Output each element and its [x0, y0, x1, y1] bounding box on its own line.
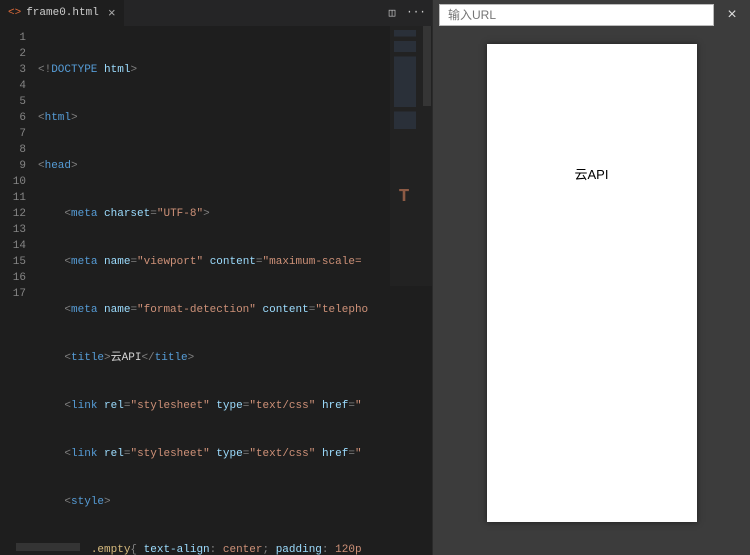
line-number: 9 [0, 158, 26, 174]
line-number: 16 [0, 270, 26, 286]
line-number: 8 [0, 142, 26, 158]
close-icon[interactable]: × [720, 4, 744, 26]
code-line: <meta charset="UTF-8"> [38, 206, 432, 222]
line-number-gutter: 1 2 3 4 5 6 7 8 9 10 11 12 13 14 15 16 1… [0, 26, 34, 555]
preview-pane: × 云API [432, 0, 750, 555]
line-number: 15 [0, 254, 26, 270]
preview-area: 云API [433, 30, 750, 555]
line-number: 6 [0, 110, 26, 126]
horizontal-scrollbar[interactable] [16, 543, 80, 551]
code-line: <meta name="viewport" content="maximum-s… [38, 254, 432, 270]
editor-tab-frame0[interactable]: <> frame0.html × [0, 0, 125, 26]
overflow-marker-icon: T [392, 186, 416, 208]
code-line: <link rel="stylesheet" type="text/css" h… [38, 446, 432, 462]
tab-bar: <> frame0.html × ◫ ··· [0, 0, 432, 26]
code-line: <meta name="format-detection" content="t… [38, 302, 432, 318]
line-number: 17 [0, 286, 26, 302]
editor-pane: <> frame0.html × ◫ ··· 1 2 3 4 5 6 7 8 9… [0, 0, 432, 555]
code-line: .empty{ text-align: center; padding: 120… [38, 542, 432, 555]
code-line: <head> [38, 158, 432, 174]
line-number: 14 [0, 238, 26, 254]
line-number: 5 [0, 94, 26, 110]
line-number: 12 [0, 206, 26, 222]
code-line: <title>云API</title> [38, 350, 432, 366]
device-frame[interactable]: 云API [487, 44, 697, 522]
code-line: <html> [38, 110, 432, 126]
tab-actions: ◫ ··· [384, 0, 432, 26]
preview-page-text: 云API [487, 44, 697, 183]
line-number: 11 [0, 190, 26, 206]
code-line: <style> [38, 494, 432, 510]
url-bar: × [433, 0, 750, 30]
minimap-content [394, 30, 416, 140]
html-file-icon: <> [8, 7, 21, 19]
line-number: 1 [0, 30, 26, 46]
vertical-scrollbar[interactable] [422, 26, 432, 555]
code-line: <!DOCTYPE html> [38, 62, 432, 78]
split-editor-icon[interactable]: ◫ [384, 5, 400, 21]
more-actions-icon[interactable]: ··· [408, 5, 424, 21]
close-icon[interactable]: × [104, 6, 120, 21]
line-number: 13 [0, 222, 26, 238]
code-area[interactable]: <!DOCTYPE html> <html> <head> <meta char… [34, 26, 432, 555]
editor-body[interactable]: 1 2 3 4 5 6 7 8 9 10 11 12 13 14 15 16 1… [0, 26, 432, 555]
line-number: 3 [0, 62, 26, 78]
line-number: 2 [0, 46, 26, 62]
url-input[interactable] [439, 4, 714, 26]
code-line: <link rel="stylesheet" type="text/css" h… [38, 398, 432, 414]
line-number: 10 [0, 174, 26, 190]
tab-label: frame0.html [26, 7, 99, 19]
line-number: 4 [0, 78, 26, 94]
scrollbar-thumb[interactable] [423, 26, 431, 106]
line-number: 7 [0, 126, 26, 142]
